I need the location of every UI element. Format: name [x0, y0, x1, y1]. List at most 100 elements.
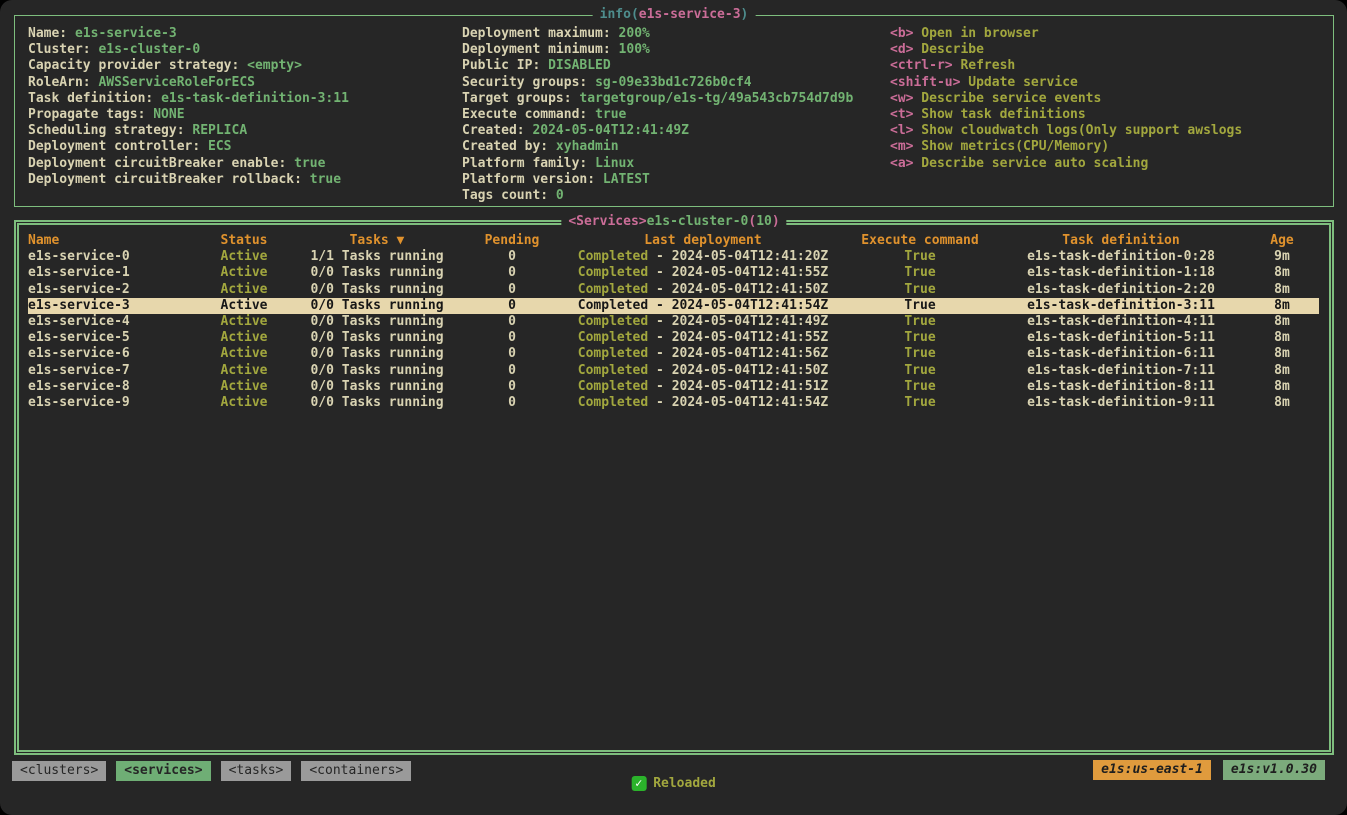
table-title-cluster: e1s-cluster-0: [647, 214, 749, 229]
cell-tasks: 0/0 Tasks running: [292, 282, 462, 298]
hotkey-key: <d>: [890, 42, 913, 57]
table-row[interactable]: e1s-service-9Active0/0 Tasks running0Com…: [28, 395, 1319, 411]
cell-pending: 0: [462, 314, 562, 330]
info-label: Deployment controller:: [28, 139, 208, 154]
deployment-time: - 2024-05-04T12:41:55Z: [648, 265, 828, 280]
info-line: Target groups: targetgroup/e1s-tg/49a543…: [462, 91, 853, 107]
cell-age: 8m: [1246, 395, 1318, 411]
info-line: Security groups: sg-09e33bd1c726b0cf4: [462, 75, 853, 91]
tab-containers[interactable]: <containers>: [301, 761, 411, 781]
table-row[interactable]: e1s-service-4Active0/0 Tasks running0Com…: [28, 314, 1319, 330]
cell-age: 8m: [1246, 346, 1318, 362]
hotkey-action: Describe: [913, 42, 983, 57]
hotkey-item: <shift-u> Update service: [890, 75, 1242, 91]
table-row[interactable]: e1s-service-5Active0/0 Tasks running0Com…: [28, 330, 1319, 346]
cell-last-deployment: Completed - 2024-05-04T12:41:55Z: [562, 265, 844, 281]
info-label: Platform version:: [462, 172, 603, 187]
info-column-left: Name: e1s-service-3Cluster: e1s-cluster-…: [28, 26, 349, 188]
view-tabs: <clusters> <services> <tasks> <containers>: [12, 761, 411, 781]
column-header-pending: Pending: [462, 233, 562, 249]
info-label: RoleArn:: [28, 75, 98, 90]
info-value: sg-09e33bd1c726b0cf4: [595, 75, 752, 90]
deployment-time: - 2024-05-04T12:41:56Z: [648, 346, 828, 361]
info-value: REPLICA: [192, 123, 247, 138]
table-row[interactable]: e1s-service-8Active0/0 Tasks running0Com…: [28, 379, 1319, 395]
info-title-service-name: e1s-service-3: [639, 7, 741, 22]
info-line: Public IP: DISABLED: [462, 58, 853, 74]
check-icon: ✓: [631, 776, 646, 791]
info-value: 2024-05-04T12:41:49Z: [532, 123, 689, 138]
cell-pending: 0: [462, 346, 562, 362]
deployment-status: Completed: [578, 249, 648, 264]
cell-task-definition: e1s-task-definition-5:11: [996, 330, 1246, 346]
info-value: true: [294, 156, 325, 171]
table-row[interactable]: e1s-service-1Active0/0 Tasks running0Com…: [28, 265, 1319, 281]
cell-pending: 0: [462, 330, 562, 346]
region-badge: e1s:us-east-1: [1093, 760, 1211, 780]
cell-last-deployment: Completed - 2024-05-04T12:41:20Z: [562, 249, 844, 265]
tab-clusters[interactable]: <clusters>: [12, 761, 106, 781]
table-title-paren-open: (: [748, 214, 756, 229]
cell-execute-command: True: [844, 314, 996, 330]
hotkey-key: <l>: [890, 123, 913, 138]
hotkey-item: <d> Describe: [890, 42, 1242, 58]
cell-status: Active: [196, 363, 292, 379]
info-line: Propagate tags: NONE: [28, 107, 349, 123]
cell-task-definition: e1s-task-definition-0:28: [996, 249, 1246, 265]
hotkey-action: Refresh: [953, 58, 1016, 73]
info-label: Deployment minimum:: [462, 42, 619, 57]
deployment-time: - 2024-05-04T12:41:54Z: [648, 298, 828, 313]
info-label: Name:: [28, 26, 75, 41]
info-line: Execute command: true: [462, 107, 853, 123]
cell-age: 8m: [1246, 282, 1318, 298]
tab-tasks[interactable]: <tasks>: [221, 761, 292, 781]
cell-tasks: 0/0 Tasks running: [292, 346, 462, 362]
cell-tasks: 0/0 Tasks running: [292, 265, 462, 281]
cell-status: Active: [196, 249, 292, 265]
hotkey-action: Update service: [960, 75, 1077, 90]
tab-services[interactable]: <services>: [116, 761, 210, 781]
info-value: 100%: [619, 42, 650, 57]
deployment-status: Completed: [578, 282, 648, 297]
hotkey-action: Open in browser: [913, 26, 1038, 41]
info-label: Created:: [462, 123, 532, 138]
info-line: Deployment circuitBreaker rollback: true: [28, 172, 349, 188]
column-header-last-deployment: Last deployment: [562, 233, 844, 249]
info-value: targetgroup/e1s-tg/49a543cb754d7d9b: [579, 91, 853, 106]
cell-status: Active: [196, 298, 292, 314]
cell-name: e1s-service-1: [28, 265, 196, 281]
cell-last-deployment: Completed - 2024-05-04T12:41:55Z: [562, 330, 844, 346]
info-value: LATEST: [603, 172, 650, 187]
table-row[interactable]: e1s-service-7Active0/0 Tasks running0Com…: [28, 363, 1319, 379]
cell-last-deployment: Completed - 2024-05-04T12:41:54Z: [562, 298, 844, 314]
deployment-time: - 2024-05-04T12:41:51Z: [648, 379, 828, 394]
cell-pending: 0: [462, 379, 562, 395]
info-column-middle: Deployment maximum: 200%Deployment minim…: [462, 26, 853, 204]
cell-task-definition: e1s-task-definition-8:11: [996, 379, 1246, 395]
hotkey-action: Describe service auto scaling: [913, 156, 1148, 171]
info-value: ECS: [208, 139, 231, 154]
cell-execute-command: True: [844, 363, 996, 379]
cell-tasks: 0/0 Tasks running: [292, 330, 462, 346]
cell-name: e1s-service-6: [28, 346, 196, 362]
cell-name: e1s-service-8: [28, 379, 196, 395]
column-header-name: Name: [28, 233, 196, 249]
cell-name: e1s-service-3: [28, 298, 196, 314]
info-panel-title: info(e1s-service-3): [593, 6, 756, 24]
cell-last-deployment: Completed - 2024-05-04T12:41:50Z: [562, 363, 844, 379]
table-row[interactable]: e1s-service-3Active0/0 Tasks running0Com…: [28, 298, 1319, 314]
info-label: Cluster:: [28, 42, 98, 57]
info-label: Target groups:: [462, 91, 579, 106]
info-line: Deployment circuitBreaker enable: true: [28, 156, 349, 172]
table-row[interactable]: e1s-service-2Active0/0 Tasks running0Com…: [28, 282, 1319, 298]
hotkey-action: Show metrics(CPU/Memory): [913, 139, 1109, 154]
hotkey-key: <m>: [890, 139, 913, 154]
hotkey-item: <w> Describe service events: [890, 91, 1242, 107]
info-value: true: [595, 107, 626, 122]
table-row[interactable]: e1s-service-6Active0/0 Tasks running0Com…: [28, 346, 1319, 362]
cell-pending: 0: [462, 282, 562, 298]
table-row[interactable]: e1s-service-0Active1/1 Tasks running0Com…: [28, 249, 1319, 265]
hotkey-action: Show cloudwatch logs(Only support awslog…: [913, 123, 1242, 138]
cell-name: e1s-service-2: [28, 282, 196, 298]
info-label: Platform family:: [462, 156, 595, 171]
